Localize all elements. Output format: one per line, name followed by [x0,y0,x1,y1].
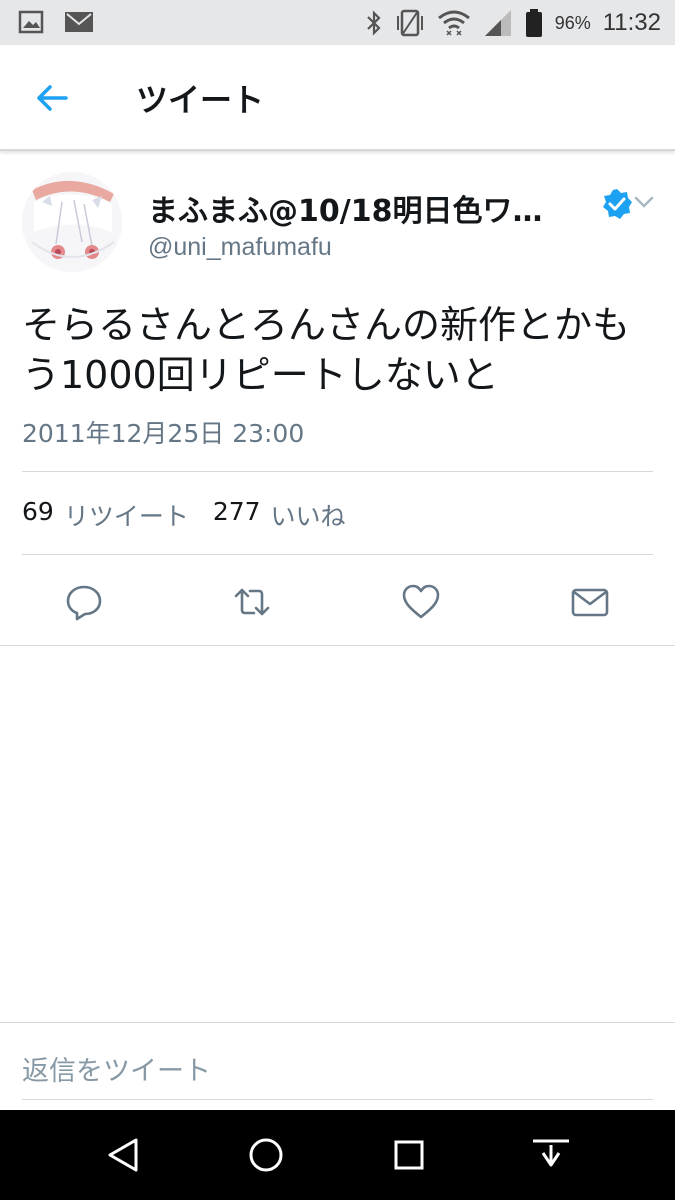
app-bar: ツイート [0,45,675,151]
like-count: 277 [212,497,261,526]
back-arrow-icon[interactable] [30,75,76,121]
retweet-label: リツイート [63,502,189,531]
tweet-actions [0,572,675,632]
user-handle[interactable]: @uni_mafumafu [148,233,332,262]
system-nav-bar [0,1110,675,1200]
like-heart-icon[interactable] [401,582,441,622]
vibrate-icon [396,9,423,37]
tweet-stats: 69 リツイート 277 いいね [22,497,346,533]
tweet-timestamp: 2011年12月25日 23:00 [22,419,305,448]
avatar-illustration [22,172,122,272]
like-stat[interactable]: 277 いいね [213,497,346,533]
missed-call-icon [65,12,93,32]
retweet-count: 69 [22,497,54,526]
clock: 11:32 [602,9,661,36]
verified-badge-icon [603,189,632,219]
divider [22,471,653,472]
direct-message-icon[interactable] [570,582,610,622]
divider [22,554,653,555]
display-name[interactable]: まふまふ@10/18明日色ワールドエンド [148,186,568,230]
reply-underline [22,1099,653,1100]
page-title: ツイート [136,81,265,119]
bluetooth-icon [366,10,381,36]
section-divider [0,645,675,646]
battery-percentage: 96% [554,12,591,33]
signal-icon [484,10,511,36]
avatar[interactable] [22,172,122,272]
recents-square-icon[interactable] [389,1135,429,1175]
reply-input[interactable]: 返信をツイート [22,1045,653,1095]
chevron-down-icon[interactable] [632,190,656,214]
like-label: いいね [270,502,346,531]
tweet-text: そらるさんとろんさんの新作とかもう1000回リピートしないと [22,303,631,397]
home-circle-icon[interactable] [246,1135,286,1175]
back-triangle-icon[interactable] [104,1135,144,1175]
reply-divider [0,1022,675,1023]
retweet-icon[interactable] [232,582,272,622]
notification-icons [18,10,94,34]
status-bar: 96% 11:32 [0,0,675,45]
hide-keyboard-icon[interactable] [531,1135,571,1175]
battery-icon [525,9,542,37]
image-icon [18,10,44,34]
system-icons: 96% 11:32 [365,8,661,38]
retweet-stat[interactable]: 69 リツイート [22,497,189,533]
reply-icon[interactable] [64,582,104,622]
wifi-icon [437,10,470,36]
